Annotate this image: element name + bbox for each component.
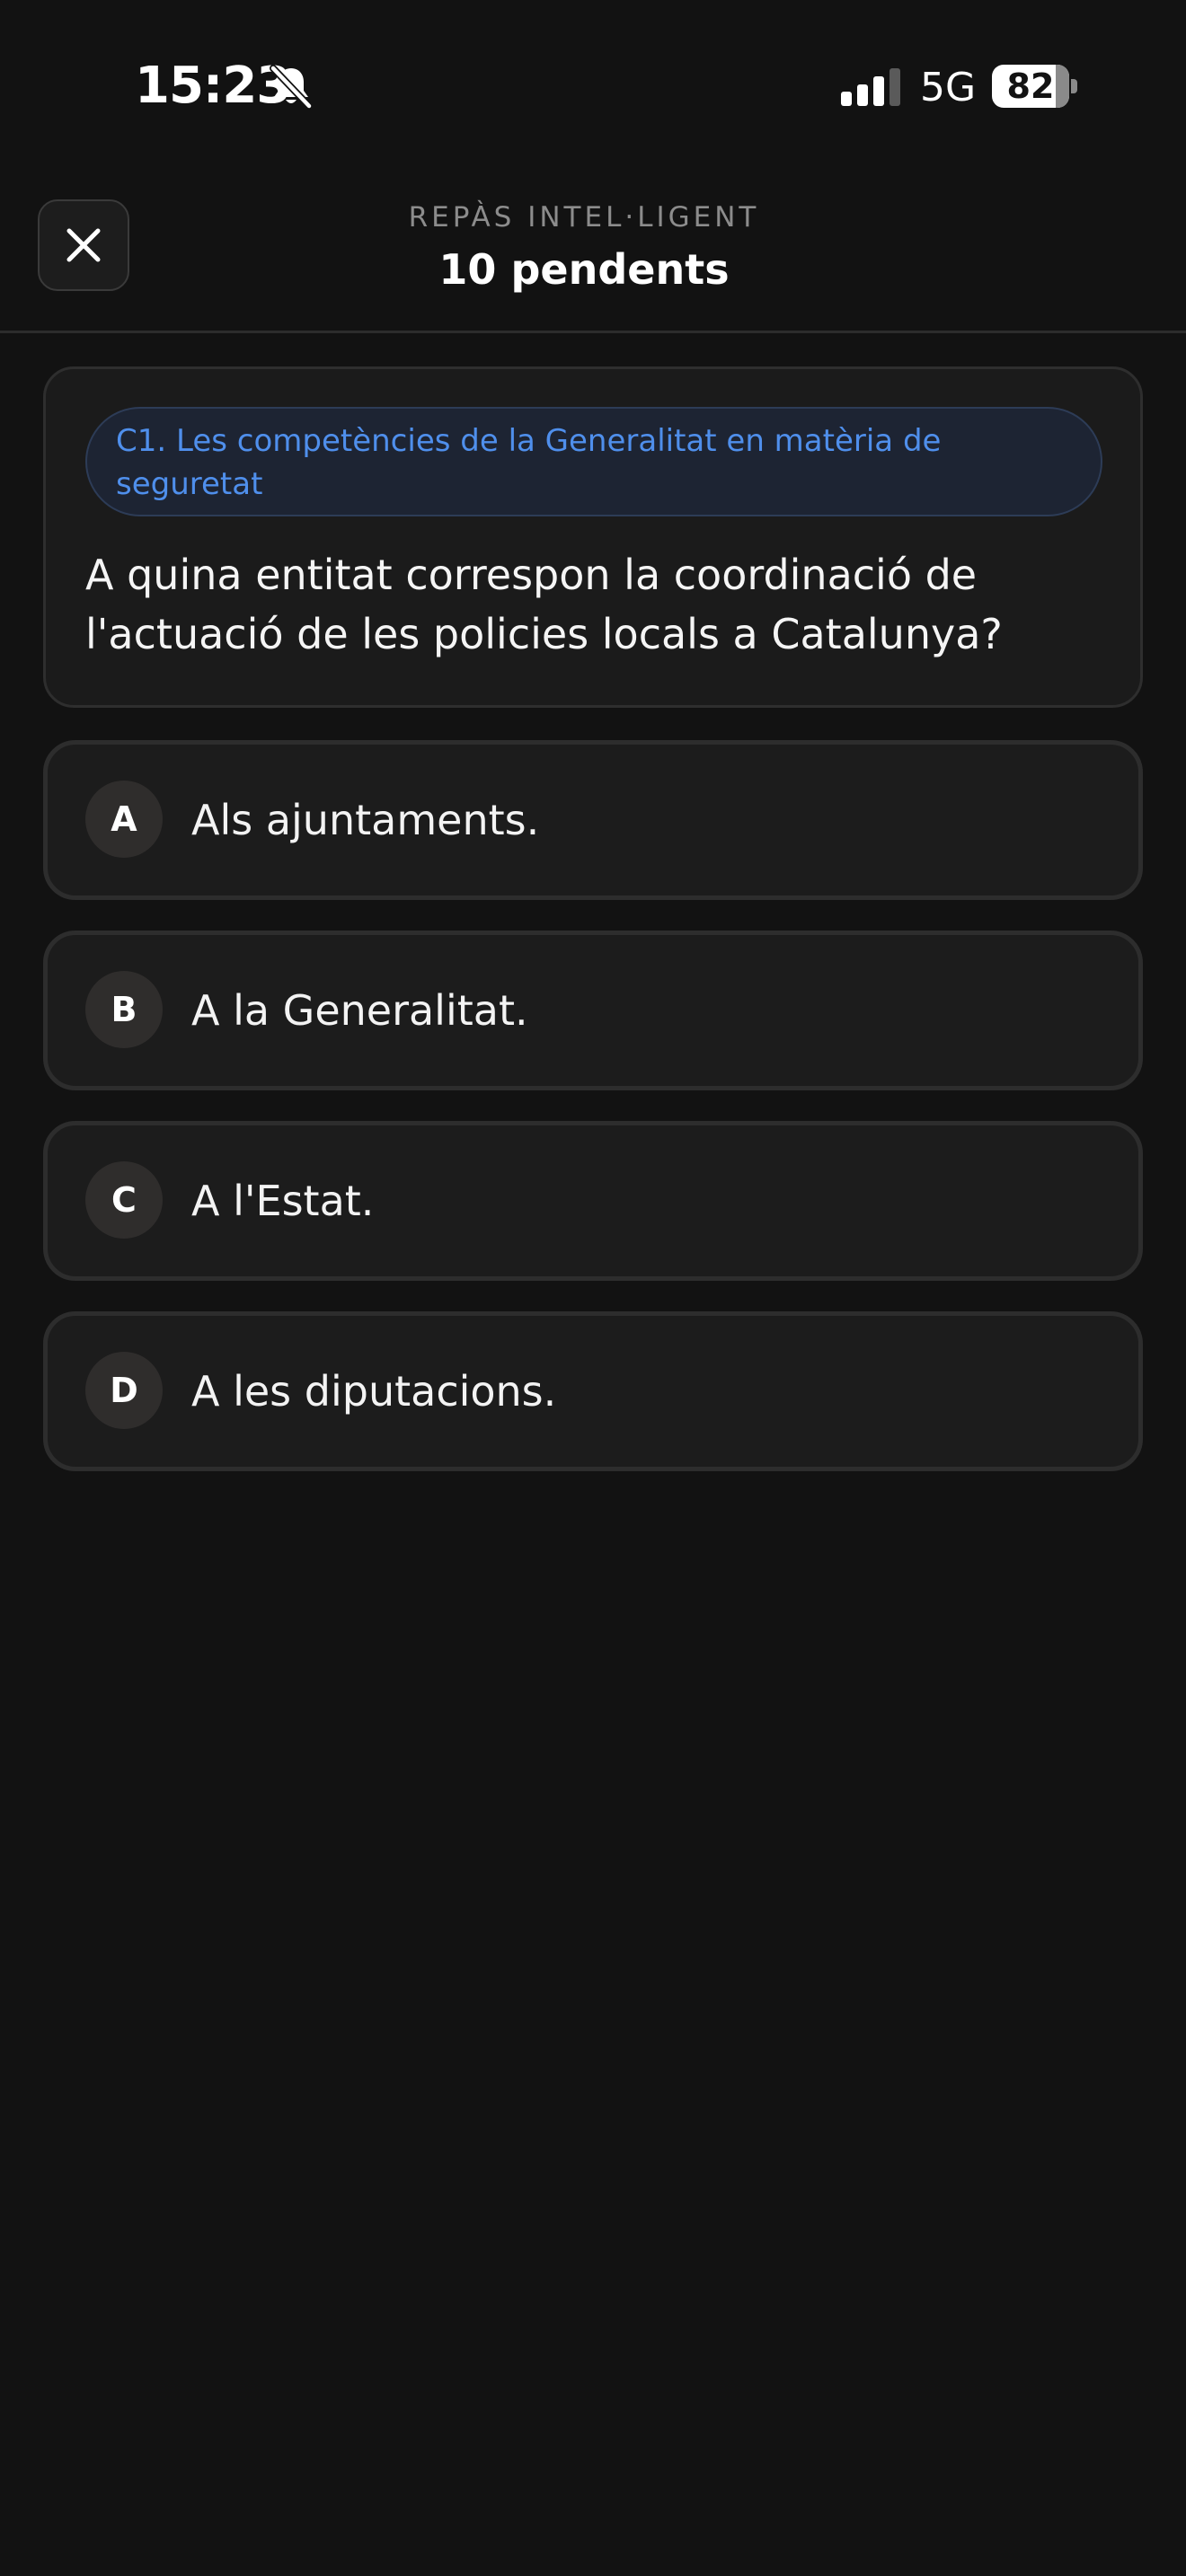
answer-letter-badge: A: [85, 781, 163, 858]
pending-count-title: 10 pendents: [438, 245, 730, 294]
battery-level: 82: [1006, 66, 1055, 106]
battery-cap: [1071, 79, 1077, 93]
question-card: C1. Les competències de la Generalitat e…: [43, 366, 1143, 708]
answer-text: Als ajuntaments.: [191, 796, 540, 844]
answer-list: A Als ajuntaments. B A la Generalitat. C…: [43, 740, 1143, 1502]
question-text: A quina entitat correspon la coordinació…: [85, 551, 1003, 658]
topic-badge: C1. Les competències de la Generalitat e…: [85, 407, 1102, 516]
status-time: 15:23: [135, 57, 291, 115]
answer-text: A les diputacions.: [191, 1367, 557, 1416]
answer-letter-badge: D: [85, 1352, 163, 1429]
close-button[interactable]: [38, 199, 129, 291]
answer-option-d[interactable]: D A les diputacions.: [43, 1311, 1143, 1471]
answer-option-a[interactable]: A Als ajuntaments.: [43, 740, 1143, 900]
answer-option-b[interactable]: B A la Generalitat.: [43, 931, 1143, 1090]
answer-letter-badge: B: [85, 971, 163, 1048]
close-icon: [66, 228, 101, 262]
answer-text: A la Generalitat.: [191, 986, 528, 1035]
status-bar: 15:23 5G 82: [0, 0, 1186, 171]
battery-icon: 82: [992, 65, 1069, 108]
bell-slash-icon: [270, 65, 313, 110]
header-divider: [0, 331, 1186, 333]
answer-text: A l'Estat.: [191, 1177, 375, 1225]
network-label: 5G: [920, 65, 977, 110]
header-subtitle: REPÀS INTEL·LIGENT: [408, 201, 760, 234]
answer-option-c[interactable]: C A l'Estat.: [43, 1121, 1143, 1281]
signal-icon: [841, 68, 900, 106]
answer-letter-badge: C: [85, 1161, 163, 1239]
